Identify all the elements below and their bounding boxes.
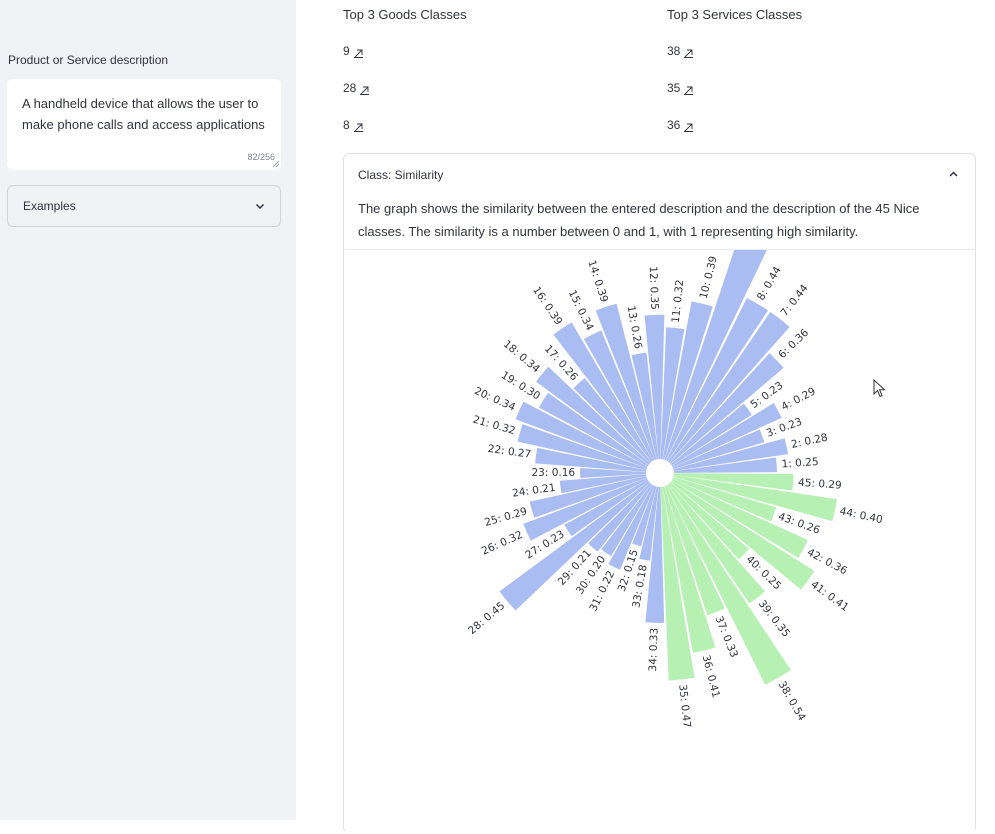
arrow-up-right-icon	[684, 123, 694, 132]
goods-class-link[interactable]: 28	[343, 81, 370, 95]
bar-label: 25: 0.29	[483, 505, 528, 529]
chevron-down-icon	[255, 203, 265, 210]
goods-class-number: 28	[343, 81, 357, 95]
bar-label: 41: 0.41	[809, 579, 851, 614]
expander-title[interactable]: Class: Similarity	[358, 168, 443, 182]
bar-label: 24: 0.21	[511, 482, 556, 500]
arrow-up-right-icon	[360, 86, 370, 95]
goods-class-number: 9	[343, 44, 350, 58]
examples-select[interactable]: Examples	[7, 185, 281, 227]
examples-label: Examples	[23, 199, 76, 213]
services-class-number: 38	[667, 44, 681, 58]
similarity-expander: Class: Similarity The graph shows the si…	[343, 153, 976, 833]
services-header: Top 3 Services Classes	[667, 7, 803, 22]
goods-header: Top 3 Goods Classes	[343, 7, 467, 22]
bar-label: 13: 0.26	[625, 305, 644, 350]
arrow-up-right-icon	[684, 86, 694, 95]
bar-label: 2: 0.28	[790, 432, 829, 451]
services-class-link[interactable]: 35	[667, 81, 694, 95]
description-label: Product or Service description	[8, 53, 169, 67]
mouse-cursor-icon	[873, 379, 886, 398]
bar-label: 14: 0.39	[585, 259, 610, 304]
goods-class-number: 8	[343, 118, 350, 132]
polar-bar-chart: 1: 0.252: 0.283: 0.234: 0.295: 0.236: 0.…	[466, 250, 884, 729]
char-count: 82/256	[247, 151, 275, 162]
services-class-link[interactable]: 36	[667, 118, 694, 132]
bar-label: 10: 0.39	[698, 255, 720, 300]
bar-label: 38: 0.54	[776, 679, 808, 723]
services-class-link[interactable]: 38	[667, 44, 694, 58]
services-class-number: 35	[667, 81, 681, 95]
description-text: A handheld device that allows the user t…	[22, 96, 265, 132]
bar-label: 36: 0.41	[700, 654, 722, 699]
bar-label: 22: 0.27	[487, 443, 532, 461]
sidebar: Product or Service description A handhel…	[0, 0, 296, 820]
goods-class-link[interactable]: 8	[343, 118, 363, 132]
goods-class-link[interactable]: 9	[343, 44, 363, 58]
bar-label: 26: 0.32	[480, 529, 525, 558]
bar-label: 44: 0.40	[839, 505, 884, 526]
description-textarea[interactable]: A handheld device that allows the user t…	[7, 79, 281, 170]
bar-label: 16: 0.39	[530, 285, 564, 328]
similarity-chart: 1: 0.25 2: 0.28 3: 0.23 4: 0.29 5: 0.23 6: 0.…	[345, 249, 975, 833]
arrow-up-right-icon	[353, 123, 363, 132]
resize-handle-icon[interactable]	[272, 160, 280, 168]
bar-label: 23: 0.16	[531, 467, 575, 479]
bar-label: 7: 0.44	[779, 282, 811, 319]
bar-label: 20: 0.34	[472, 385, 517, 414]
bar-label: 12: 0.35	[647, 266, 661, 310]
expander-description: The graph shows the similarity between t…	[358, 201, 920, 239]
bar-label: 8: 0.44	[755, 264, 784, 302]
bar-label: 11: 0.32	[670, 279, 686, 324]
bar-label: 28: 0.45	[466, 600, 507, 637]
bar-label: 4: 0.29	[779, 385, 817, 413]
arrow-up-right-icon	[353, 49, 363, 58]
chevron-up-icon[interactable]	[948, 169, 959, 180]
bar-label: 45: 0.29	[798, 477, 842, 492]
services-class-number: 36	[667, 118, 681, 132]
bar-label: 21: 0.32	[471, 414, 516, 438]
bar-label: 35: 0.47	[676, 684, 692, 729]
arrow-up-right-icon	[684, 49, 694, 58]
bar-label: 34: 0.33	[647, 628, 661, 672]
bar-label: 1: 0.25	[781, 456, 819, 471]
